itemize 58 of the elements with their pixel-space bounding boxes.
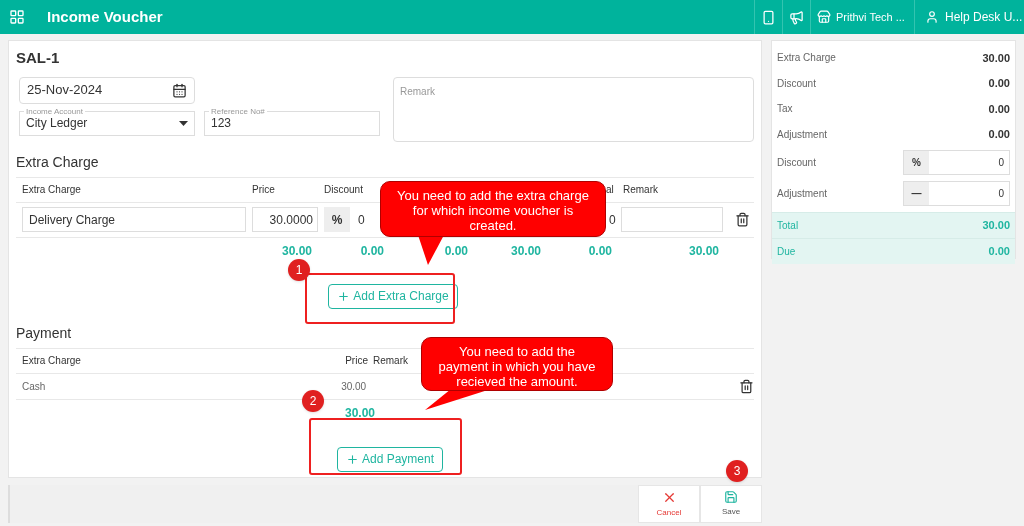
total-value: 0.00 xyxy=(360,242,384,260)
table-cell-text: 30.00 xyxy=(341,379,366,394)
column-header: Extra Charge xyxy=(22,354,82,368)
summary-total-row: Total 30.00 xyxy=(772,212,1015,238)
discount-value: 0 xyxy=(358,211,366,229)
column-header: al xyxy=(606,183,615,197)
column-header: Price xyxy=(344,354,368,368)
charge-name-field[interactable]: Delivery Charge xyxy=(22,207,246,232)
table-cell-text: Cash xyxy=(22,379,47,394)
plus-icon xyxy=(345,452,359,466)
apps-icon[interactable] xyxy=(9,9,25,25)
summary-value: 0.00 xyxy=(988,101,1010,117)
summary-label: Adjustment xyxy=(777,127,828,142)
calendar-icon[interactable] xyxy=(172,82,187,98)
summary-input[interactable]: — 0 xyxy=(903,181,1010,206)
summary-label: Discount xyxy=(777,156,816,170)
cancel-button[interactable]: Cancel xyxy=(638,485,700,523)
user-icon xyxy=(925,10,939,24)
delete-icon[interactable] xyxy=(735,212,750,227)
total-value: 30.00 xyxy=(688,242,719,260)
column-header: Remark xyxy=(373,354,408,368)
summary-value: 30.00 xyxy=(982,50,1010,66)
column-header: Price xyxy=(252,183,276,197)
section-title: Extra Charge xyxy=(16,152,100,172)
column-header: Extra Charge xyxy=(22,183,82,197)
summary-value: 0.00 xyxy=(988,76,1010,91)
save-button[interactable]: Save xyxy=(700,485,762,523)
plus-icon xyxy=(337,289,351,303)
page-title: Income Voucher xyxy=(47,6,163,27)
delete-icon[interactable] xyxy=(739,378,754,394)
total-value: 0.00 xyxy=(588,242,612,260)
summary-total-row: Due 0.00 xyxy=(772,238,1015,264)
total-value: 0.00 xyxy=(444,242,468,260)
voucher-number: SAL-1 xyxy=(16,48,61,68)
table-cell-text: 0 xyxy=(609,211,617,229)
step-badge: 3 xyxy=(726,460,748,482)
store-icon xyxy=(817,10,831,24)
price-field[interactable]: 30.0000 xyxy=(252,207,318,232)
payment-total: 30.00 xyxy=(343,404,375,422)
total-value: 30.00 xyxy=(281,242,312,260)
remark-field[interactable]: Remark xyxy=(392,76,754,142)
section-title: Payment xyxy=(16,323,73,343)
summary-label: Discount xyxy=(777,76,816,91)
column-header: Remark xyxy=(622,183,658,197)
dropdown-caret-icon xyxy=(179,120,188,126)
phone-icon[interactable] xyxy=(761,9,776,25)
callout-tooltip: You need to add the extra charge for which income voucher is created. xyxy=(380,181,606,237)
megaphone-icon[interactable] xyxy=(789,9,804,25)
total-value: 30.00 xyxy=(510,242,541,260)
column-header: Discount xyxy=(324,183,364,197)
summary-input[interactable]: % 0 xyxy=(903,150,1010,175)
discount-type-toggle[interactable]: % xyxy=(324,207,350,232)
date-field[interactable]: 25-Nov-2024 xyxy=(19,76,195,104)
save-icon xyxy=(724,490,738,504)
summary-value: 0.00 xyxy=(988,127,1010,142)
summary-label: Adjustment xyxy=(777,187,828,201)
summary-label: Extra Charge xyxy=(777,51,836,66)
summary-label: Tax xyxy=(777,102,793,117)
